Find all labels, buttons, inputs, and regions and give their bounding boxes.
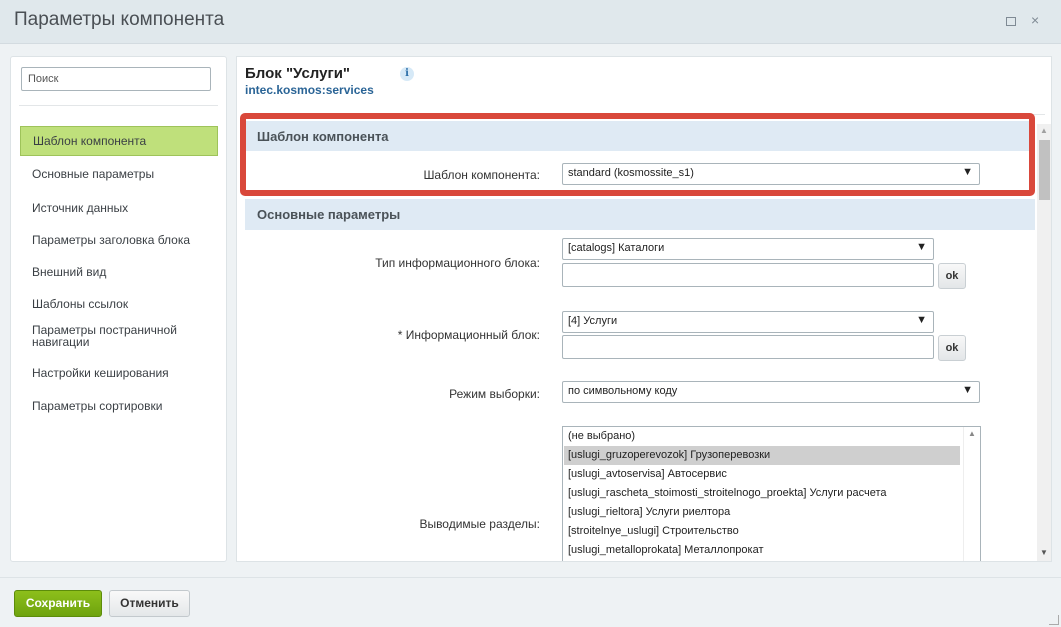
iblock-type-ok-button[interactable]: ok	[938, 263, 966, 289]
sidebar-item-sorting[interactable]: Параметры сортировки	[20, 400, 218, 412]
save-button[interactable]: Сохранить	[14, 590, 102, 617]
chevron-down-icon: ▼	[916, 241, 927, 253]
sidebar-item-link-templates[interactable]: Шаблоны ссылок	[20, 298, 218, 310]
sidebar-item-pagination[interactable]: Параметры постраничной навигации	[20, 324, 180, 348]
scroll-down-icon[interactable]: ▼	[1040, 548, 1048, 557]
sidebar-item-main-params[interactable]: Основные параметры	[20, 168, 218, 180]
window-title: Параметры компонента	[14, 9, 225, 30]
list-item[interactable]: (не выбрано)	[564, 427, 960, 446]
sidebar-item-caching[interactable]: Настройки кеширования	[20, 367, 218, 379]
list-item[interactable]: [uslugi_avtoservisa] Автосервис	[564, 465, 960, 484]
template-field-label: Шаблон компонента:	[423, 168, 540, 182]
resize-handle[interactable]	[1049, 615, 1059, 625]
info-icon[interactable]: i	[400, 67, 414, 81]
sidebar: Шаблон компонента Основные параметры Ист…	[10, 56, 227, 562]
sidebar-divider	[19, 105, 218, 106]
sections-listbox[interactable]: (не выбрано) [uslugi_gruzoperevozok] Гру…	[562, 426, 981, 561]
scroll-up-icon[interactable]: ▲	[1040, 126, 1048, 135]
close-icon[interactable]: ×	[1031, 12, 1039, 28]
search-input[interactable]	[21, 67, 211, 91]
content-panel: Блок "Услуги" intec.kosmos:services i Ша…	[236, 56, 1052, 562]
section-template-header: Шаблон компонента	[245, 121, 1035, 151]
iblock-value: [4] Услуги	[568, 315, 618, 327]
iblock-type-label: Тип информационного блока:	[375, 256, 540, 270]
sections-label: Выводимые разделы:	[419, 517, 540, 531]
list-item[interactable]: [uslugi_rascheta_stoimosti_stroitelnogo_…	[564, 484, 960, 503]
iblock-input[interactable]	[562, 335, 934, 359]
header-divider	[245, 114, 1045, 115]
listbox-scrollbar[interactable]: ▲	[963, 427, 980, 561]
chevron-down-icon: ▼	[962, 384, 973, 396]
cancel-button[interactable]: Отменить	[109, 590, 190, 617]
mode-label: Режим выборки:	[449, 387, 540, 401]
list-item[interactable]: [uslugi_gruzoperevozok] Грузоперевозки	[564, 446, 960, 465]
iblock-type-input[interactable]	[562, 263, 934, 287]
sidebar-item-appearance[interactable]: Внешний вид	[20, 266, 218, 278]
scroll-up-icon[interactable]: ▲	[968, 429, 976, 438]
iblock-type-value: [catalogs] Каталоги	[568, 242, 665, 254]
mode-value: по символьному коду	[568, 385, 678, 397]
sidebar-item-template[interactable]: Шаблон компонента	[20, 126, 218, 156]
mode-select[interactable]: по символьному коду ▼	[562, 381, 980, 403]
chevron-down-icon: ▼	[962, 166, 973, 178]
window-titlebar: Параметры компонента ×	[0, 0, 1061, 44]
restore-icon[interactable]	[1006, 17, 1016, 26]
section-main-header: Основные параметры	[245, 199, 1035, 230]
template-select-value: standard (kosmossite_s1)	[568, 167, 694, 179]
list-item[interactable]: [uslugi_metalloprokata] Металлопрокат	[564, 541, 960, 560]
list-item[interactable]: [stroitelnye_uslugi] Строительство	[564, 522, 960, 541]
component-name: Блок "Услуги"	[245, 65, 351, 82]
scrollbar-thumb[interactable]	[1039, 140, 1050, 200]
template-select[interactable]: standard (kosmossite_s1) ▼	[562, 163, 980, 185]
component-code: intec.kosmos:services	[245, 83, 374, 97]
iblock-type-select[interactable]: [catalogs] Каталоги ▼	[562, 238, 934, 260]
content-scrollbar[interactable]: ▲ ▼	[1037, 124, 1051, 561]
list-item[interactable]: [uslugi_rieltora] Услуги риелтора	[564, 503, 960, 522]
iblock-ok-button[interactable]: ok	[938, 335, 966, 361]
sidebar-item-block-header[interactable]: Параметры заголовка блока	[20, 234, 218, 246]
chevron-down-icon: ▼	[916, 314, 927, 326]
iblock-select[interactable]: [4] Услуги ▼	[562, 311, 934, 333]
sidebar-item-data-source[interactable]: Источник данных	[20, 202, 218, 214]
dialog-footer: Сохранить Отменить	[0, 577, 1061, 627]
dialog-body: Шаблон компонента Основные параметры Ист…	[0, 44, 1061, 577]
iblock-label: * Информационный блок:	[397, 328, 540, 342]
